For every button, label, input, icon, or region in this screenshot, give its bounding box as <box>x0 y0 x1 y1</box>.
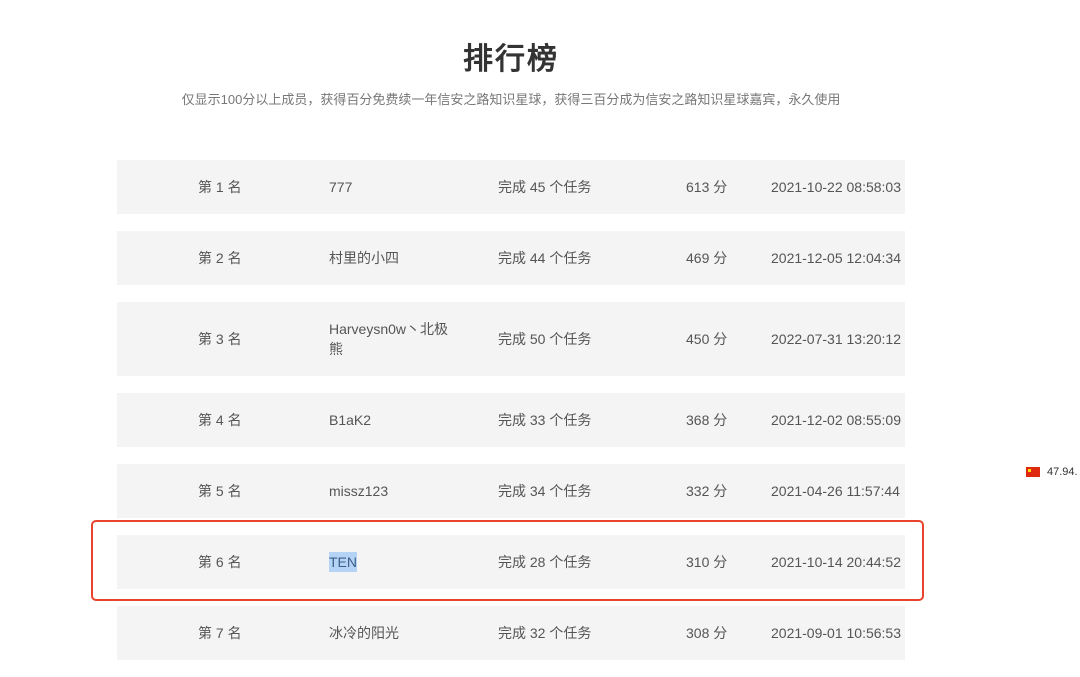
timestamp: 2021-12-02 08:55:09 <box>771 412 901 428</box>
score: 368 分 <box>686 412 728 428</box>
leaderboard-row: 第 4 名 B1aK2 完成 33 个任务 368 分 2021-12-02 0… <box>117 393 905 447</box>
score: 613 分 <box>686 179 728 195</box>
member-name: missz123 <box>329 483 389 499</box>
leaderboard-page: 排行榜 仅显示100分以上成员，获得百分免费续一年信安之路知识星球，获得三百分成… <box>0 0 1080 677</box>
page-title: 排行榜 <box>463 43 559 76</box>
timestamp: 2021-04-26 11:57:44 <box>771 483 900 499</box>
tasks-completed: 完成 33 个任务 <box>498 412 592 428</box>
leaderboard-row: 第 5 名 missz123 完成 34 个任务 332 分 2021-04-2… <box>117 464 905 518</box>
rank-label: 第 4 名 <box>198 412 242 428</box>
member-name: 村里的小四 <box>329 250 399 266</box>
rank-label: 第 1 名 <box>198 179 242 195</box>
score: 450 分 <box>686 331 728 347</box>
score: 308 分 <box>686 625 728 641</box>
score: 332 分 <box>686 483 728 499</box>
ip-address-text: 47.94. <box>1047 466 1078 478</box>
timestamp: 2021-10-22 08:58:03 <box>771 179 901 195</box>
leaderboard-row: 第 3 名 Harveysn0w丶北极熊 完成 50 个任务 450 分 202… <box>117 302 905 376</box>
china-flag-icon <box>1026 467 1040 477</box>
member-name: 冰冷的阳光 <box>329 625 399 641</box>
timestamp: 2021-09-01 10:56:53 <box>771 625 901 641</box>
member-name: 777 <box>329 179 353 195</box>
leaderboard-row: 第 7 名 冰冷的阳光 完成 32 个任务 308 分 2021-09-01 1… <box>117 606 905 660</box>
annotation-highlight-box <box>91 520 924 601</box>
leaderboard-row: 第 2 名 村里的小四 完成 44 个任务 469 分 2021-12-05 1… <box>117 231 905 285</box>
score: 469 分 <box>686 250 728 266</box>
page-subtitle: 仅显示100分以上成员，获得百分免费续一年信安之路知识星球，获得三百分成为信安之… <box>181 92 841 107</box>
tasks-completed: 完成 34 个任务 <box>498 483 592 499</box>
tasks-completed: 完成 45 个任务 <box>498 179 592 195</box>
member-name: Harveysn0w丶北极熊 <box>329 321 449 357</box>
rank-label: 第 2 名 <box>198 250 242 266</box>
timestamp: 2021-12-05 12:04:34 <box>771 250 901 266</box>
ip-location-tag: 47.94. <box>1026 466 1078 478</box>
rank-label: 第 5 名 <box>198 483 242 499</box>
leaderboard-row: 第 1 名 777 完成 45 个任务 613 分 2021-10-22 08:… <box>117 160 905 214</box>
member-name: B1aK2 <box>329 412 372 428</box>
rank-label: 第 7 名 <box>198 625 242 641</box>
timestamp: 2022-07-31 13:20:12 <box>771 331 901 347</box>
rank-label: 第 3 名 <box>198 331 242 347</box>
tasks-completed: 完成 32 个任务 <box>498 625 592 641</box>
tasks-completed: 完成 44 个任务 <box>498 250 592 266</box>
tasks-completed: 完成 50 个任务 <box>498 331 592 347</box>
